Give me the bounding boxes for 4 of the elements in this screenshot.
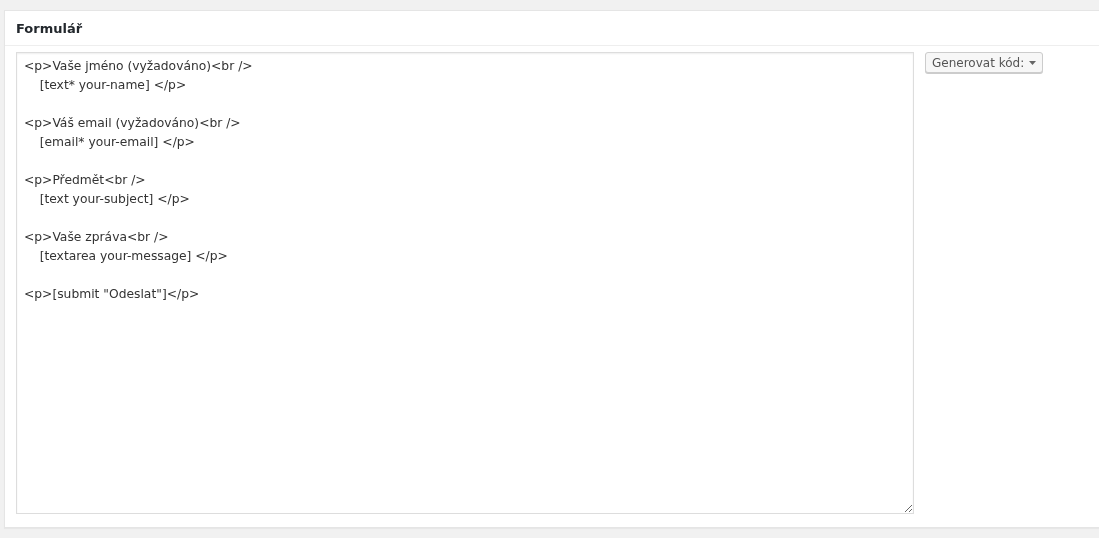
caret-icon — [1029, 60, 1037, 65]
panel-title: Formulář — [16, 20, 83, 36]
code-editor-field[interactable]: <p>Vaše jméno (vyžadováno)<br /> [text* your-name] </p> <p>Váš email (vyžadováno)<br /> [email* your-email] </p> <p>Předmět<br /> [text your-subject] </p> <p>Vaše zpráva<br /> [textarea your-message] </p> <p>[submit "Odeslat"]</p> — [16, 52, 914, 514]
generate-code-button[interactable]: Generovat kód: — [925, 52, 1044, 73]
